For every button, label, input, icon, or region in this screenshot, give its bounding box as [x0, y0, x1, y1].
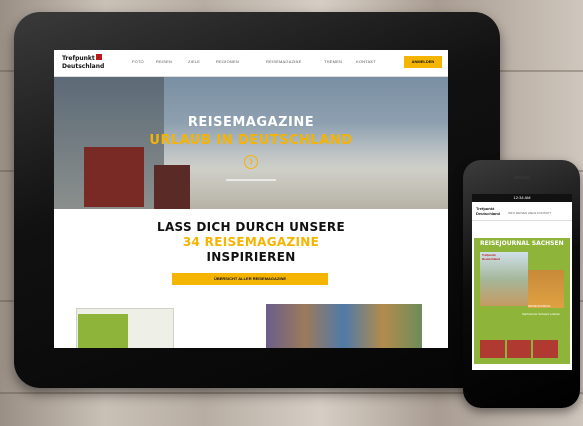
phone-cover-logo: Trefpunkt Deutschland [482, 253, 500, 261]
nav-item-kontakt[interactable]: KONTAKT [356, 59, 376, 64]
hero-subtitle: URLAUB IN DEUTSCHLAND [149, 133, 353, 148]
nav-item-foto[interactable]: FOTO [132, 59, 144, 64]
logo-mark-icon [95, 54, 102, 60]
phone-thumbnail-row [480, 340, 559, 358]
hero-title: REISEMAGAZINE [187, 115, 315, 130]
phone-magazine-page [528, 270, 564, 308]
tablet-screen: Trefpunkt Deutschland FOTO REISEN ZIELE … [54, 50, 448, 348]
nav-item-themen[interactable]: THEMEN [324, 59, 342, 64]
logo-line1: Trefpunkt [62, 55, 95, 62]
phone-thumbnail[interactable] [480, 340, 505, 358]
nav-item-reisemagazine[interactable]: REISEMAGAZINE [266, 59, 302, 64]
nav-cta-button[interactable]: ANMELDEN [404, 56, 442, 68]
website-nav: Trefpunkt Deutschland FOTO REISEN ZIELE … [54, 50, 448, 77]
phone-site-logo[interactable]: Trefpunkt Deutschland [476, 206, 500, 216]
phone-feature-title: REISEJOURNAL SACHSEN [480, 240, 564, 247]
phone-thumbnail[interactable] [533, 340, 559, 358]
hero-divider [226, 179, 276, 181]
nav-item-regionen[interactable]: REGIONEN [216, 59, 239, 64]
section-title-line1: LASS DICH DURCH UNSERE [157, 220, 345, 234]
beach-chair-image [84, 147, 144, 207]
phone-cover-label: REISEJOURNAL [528, 304, 552, 308]
phone-site-nav: Trefpunkt Deutschland INFO REISEN ZIELE … [472, 202, 572, 221]
beach-chair-image [154, 165, 190, 209]
arrow-right-icon[interactable]: ❯ [244, 155, 258, 169]
phone-cover-logo-line2: Deutschland [482, 257, 501, 261]
hero-banner: REISEMAGAZINE URLAUB IN DEUTSCHLAND ❯ [54, 77, 448, 209]
nav-item-ziele[interactable]: ZIELE [188, 59, 200, 64]
nav-item-reisen[interactable]: REISEN [156, 59, 172, 64]
phone-nav-items[interactable]: INFO REISEN ZIELE KONTAKT [508, 211, 551, 215]
site-logo[interactable]: Trefpunkt Deutschland [62, 54, 105, 72]
phone-speaker [514, 176, 530, 179]
logo-line2: Deutschland [62, 63, 105, 70]
section-title-line2: 34 REISEMAGAZINE [182, 235, 320, 249]
magazine-stack-preview[interactable] [266, 304, 422, 348]
phone-cover-subtitle: Sächsische Schweiz erleben [522, 312, 561, 316]
phone-logo-line2: Deutschland [476, 211, 501, 216]
magazine-cover-green [78, 314, 128, 348]
phone-status-bar: 12:34 AM [472, 194, 572, 202]
overview-button[interactable]: ÜBERSICHT ALLER REISEMAGAZINE [172, 273, 328, 285]
phone-thumbnail[interactable] [506, 340, 532, 358]
section-title-line3: INSPIRIEREN [206, 250, 296, 264]
